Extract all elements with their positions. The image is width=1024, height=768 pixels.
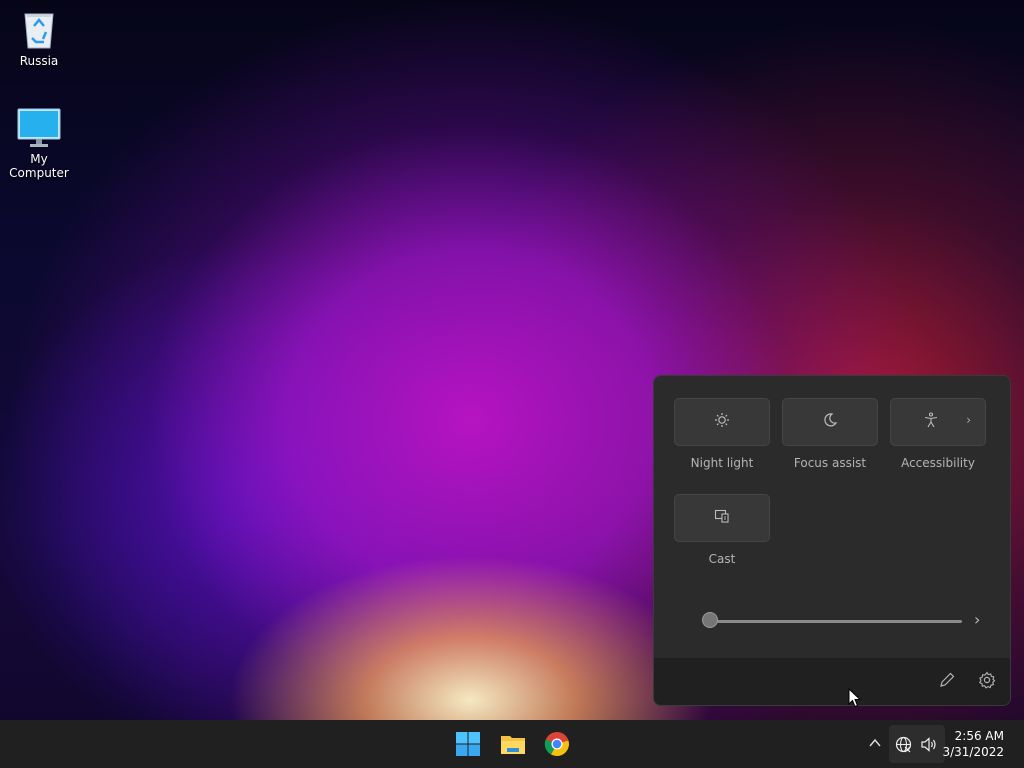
monitor-icon bbox=[17, 108, 61, 148]
clock-time: 2:56 AM bbox=[954, 729, 1004, 743]
cast-label: Cast bbox=[708, 552, 736, 566]
gear-icon[interactable] bbox=[978, 671, 996, 693]
pencil-icon[interactable] bbox=[938, 671, 956, 693]
network-volume-tray[interactable] bbox=[889, 725, 945, 763]
mouse-cursor-icon bbox=[848, 687, 862, 712]
cast-toggle[interactable] bbox=[674, 494, 770, 542]
taskbar: 2:56 AM 3/31/2022 bbox=[0, 720, 1024, 768]
brightness-icon bbox=[714, 412, 730, 432]
windows-start-icon[interactable] bbox=[454, 730, 482, 758]
recycle-bin-icon bbox=[22, 8, 56, 50]
globe-icon bbox=[895, 736, 912, 757]
desktop-icon-label: Russia bbox=[19, 54, 59, 68]
quick-settings-footer bbox=[654, 658, 1010, 705]
accessibility-icon bbox=[923, 412, 939, 432]
accessibility-label: Accessibility bbox=[901, 456, 975, 470]
desktop-icon-recycle-bin[interactable]: Russia bbox=[0, 8, 78, 68]
speaker-icon bbox=[920, 736, 938, 757]
folder-icon[interactable] bbox=[499, 730, 527, 758]
brightness-slider-track[interactable] bbox=[710, 620, 962, 623]
desktop-icon-label: My Computer bbox=[9, 152, 69, 180]
focus-assist-toggle[interactable] bbox=[782, 398, 878, 446]
focus-assist-label: Focus assist bbox=[793, 456, 867, 470]
taskbar-clock[interactable]: 2:56 AM 3/31/2022 bbox=[942, 728, 1004, 760]
chrome-icon[interactable] bbox=[543, 730, 571, 758]
clock-date: 3/31/2022 bbox=[942, 745, 1004, 759]
night-light-toggle[interactable] bbox=[674, 398, 770, 446]
brightness-slider-thumb[interactable] bbox=[702, 612, 718, 628]
accessibility-toggle[interactable]: › bbox=[890, 398, 986, 446]
night-light-label: Night light bbox=[690, 456, 754, 470]
moon-icon bbox=[822, 412, 838, 432]
chevron-right-icon[interactable]: › bbox=[966, 413, 971, 427]
cast-icon bbox=[714, 508, 730, 528]
quick-settings-panel: Night light Focus assist › Accessibility… bbox=[653, 375, 1011, 706]
desktop-icon-my-computer[interactable]: My Computer bbox=[0, 108, 78, 180]
chevron-up-icon[interactable] bbox=[868, 735, 882, 754]
chevron-right-icon[interactable]: › bbox=[974, 610, 980, 629]
